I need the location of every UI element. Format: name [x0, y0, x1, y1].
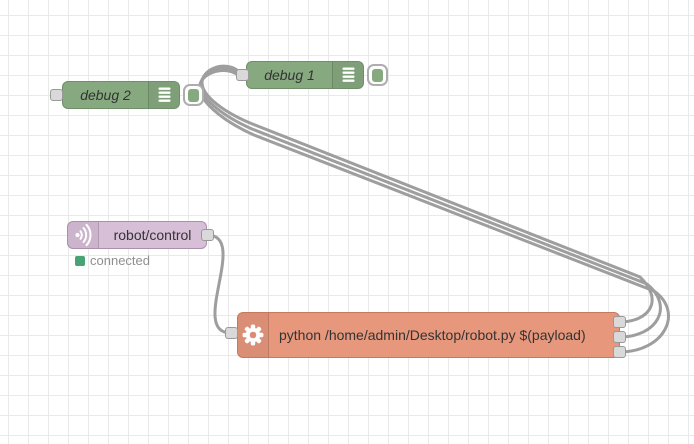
node-label: debug 2	[80, 87, 131, 103]
exec-input-port[interactable]	[225, 327, 238, 339]
status-dot-icon	[75, 255, 85, 266]
status-text: connected	[90, 253, 150, 268]
debug1-toggle-indicator	[372, 68, 383, 82]
mqtt-output-port[interactable]	[201, 229, 214, 241]
debug2-toggle-button[interactable]	[183, 84, 204, 106]
debug2-toggle-indicator	[188, 88, 199, 102]
node-debug-2[interactable]: debug 2	[62, 81, 180, 109]
debug-list-icon	[332, 62, 363, 88]
exec-output-port-1[interactable]	[613, 316, 626, 328]
debug2-input-port[interactable]	[50, 89, 63, 101]
exec-output-port-3[interactable]	[613, 346, 626, 358]
exec-output-port-2[interactable]	[613, 331, 626, 343]
gear-icon	[238, 313, 269, 357]
mqtt-status: connected	[75, 253, 150, 268]
node-label: robot/control	[113, 227, 192, 243]
node-exec-python[interactable]: python /home/admin/Desktop/robot.py $(pa…	[237, 312, 620, 358]
wire-exec-out3-to-debug1[interactable]	[198, 69, 670, 354]
node-label: python /home/admin/Desktop/robot.py $(pa…	[279, 327, 586, 343]
debug1-input-port[interactable]	[236, 69, 249, 81]
node-mqtt-robot-control[interactable]: robot/control	[67, 221, 207, 249]
node-debug-1[interactable]: debug 1	[246, 61, 364, 89]
debug1-toggle-button[interactable]	[367, 64, 388, 86]
node-label: debug 1	[264, 67, 315, 83]
wire-exec-out1-to-debug1[interactable]	[200, 64, 654, 324]
wire-mqtt-to-exec[interactable]	[205, 233, 233, 335]
flow-canvas[interactable]: debug 2 debug 1 robot/control connected …	[0, 0, 694, 444]
broadcast-icon	[68, 222, 99, 248]
debug-list-icon	[148, 82, 179, 108]
